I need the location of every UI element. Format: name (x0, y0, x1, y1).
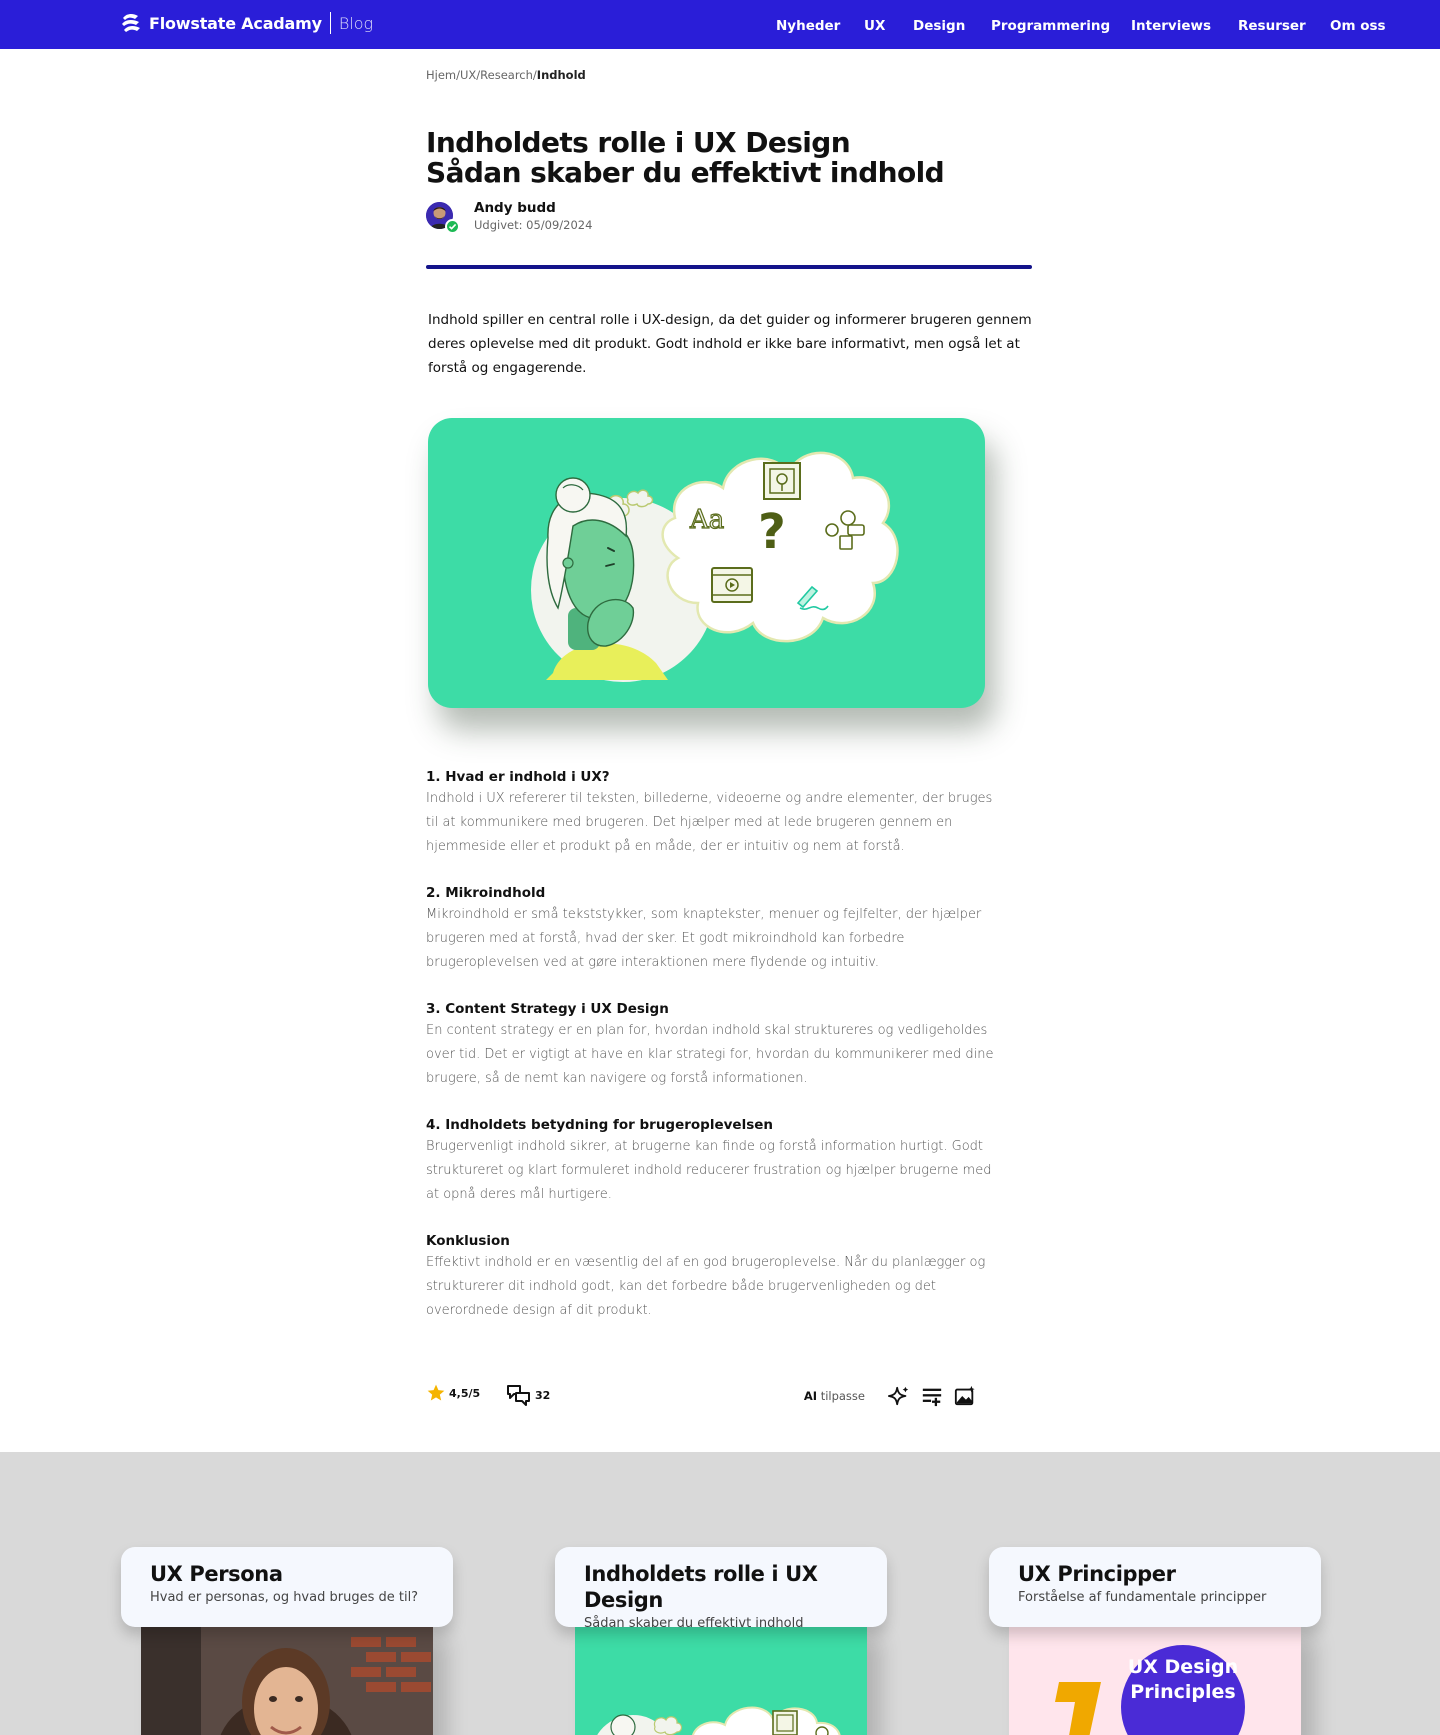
publish-date: Udgivet: 05/09/2024 (474, 218, 593, 232)
verified-badge-icon (445, 219, 460, 234)
image-sparkle-icon (954, 1385, 975, 1406)
nav-item-interviews[interactable]: Interviews (1131, 18, 1211, 34)
rating-value: 4,5/5 (449, 1386, 481, 1400)
text-adjust-icon (922, 1388, 942, 1407)
content-thinking-thumbnail (575, 1627, 867, 1735)
ux-principles-badge: UX Design Principles (1121, 1655, 1245, 1705)
ai-customize: AI tilpasse (804, 1383, 978, 1409)
card-image: UX Design Principles (1009, 1627, 1301, 1735)
author-name[interactable]: Andy budd (474, 200, 592, 216)
portrait-photo (141, 1627, 433, 1735)
card-title: UX Persona (150, 1562, 283, 1586)
article-section: 4. Indholdets betydning for brugeropleve… (426, 1115, 996, 1207)
article-title: Indholdets rolle i UX Design Sådan skabe… (426, 126, 945, 189)
breadcrumb-research[interactable]: Research (480, 68, 533, 82)
badge-line-1: UX Design (1127, 1656, 1239, 1678)
section-body: Effektivt indhold er en væsentlig del af… (426, 1255, 986, 1318)
badge-line-2: Principles (1130, 1681, 1236, 1703)
related-card-ux-principper[interactable]: UX Principper Forståelse af fundamentale… (989, 1547, 1321, 1735)
article-title-line-2: Sådan skaber du effektivt indhold (426, 156, 945, 189)
ai-label-prefix: AI (803, 1389, 818, 1403)
article-sections: 1. Hvad er indhold i UX? Indhold i UX re… (426, 767, 996, 1347)
card-image (141, 1627, 433, 1735)
breadcrumb-ux[interactable]: UX (460, 68, 476, 82)
author-block: Andy budd Udgivet: 05/09/2024 (426, 200, 592, 234)
breadcrumb-hjem[interactable]: Hjem (426, 68, 456, 82)
nav-item-nyheder[interactable]: Nyheder (776, 18, 840, 34)
brand-logo[interactable]: Flowstate Acadamy Blog (119, 11, 373, 35)
content-thinking-illustration: Aa ? (531, 451, 899, 682)
card-title: UX Principper (1018, 1562, 1176, 1586)
nav-item-design[interactable]: Design (913, 18, 965, 34)
section-body: Indhold i UX refererer til teksten, bill… (426, 791, 993, 854)
breadcrumb-current: Indhold (536, 68, 586, 82)
card-header: Indholdets rolle i UX Design Sådan skabe… (555, 1547, 887, 1631)
ai-sparkle-button[interactable] (886, 1383, 912, 1409)
section-body: Mikroindhold er små tekststykker, som kn… (426, 907, 982, 970)
nav-item-om-oss[interactable]: Om oss (1330, 18, 1386, 34)
card-subtitle: Forståelse af fundamentale principper (1018, 1590, 1267, 1605)
author-info: Andy budd Udgivet: 05/09/2024 (474, 200, 592, 232)
related-card-indholdets-rolle[interactable]: Indholdets rolle i UX Design Sådan skabe… (555, 1547, 887, 1735)
nav-item-programmering[interactable]: Programmering (991, 18, 1110, 34)
comments[interactable]: 32 (506, 1383, 550, 1407)
brand-separator (329, 12, 331, 34)
text-adjust-button[interactable] (919, 1383, 945, 1409)
brand-section-label: Blog (338, 13, 374, 33)
card-header: UX Principper Forståelse af fundamentale… (989, 1547, 1321, 1627)
comments-count: 32 (535, 1388, 551, 1402)
brand-name: Flowstate Acadamy (149, 13, 322, 33)
article-lead: Indhold spiller en central rolle i UX-de… (428, 312, 1032, 376)
section-body: Brugervenligt indhold sikrer, at brugern… (426, 1139, 992, 1202)
card-title: Indholdets rolle i UX Design (584, 1562, 818, 1612)
avatar[interactable] (426, 202, 460, 234)
title-divider (426, 265, 1032, 269)
article-section: 3. Content Strategy i UX Design En conte… (426, 999, 996, 1091)
article-section: 2. Mikroindhold Mikroindhold er små teks… (426, 883, 996, 975)
section-body: En content strategy er en plan for, hvor… (426, 1023, 994, 1086)
ai-customize-label: AI tilpasse (804, 1389, 865, 1403)
section-heading: 2. Mikroindhold (426, 885, 546, 901)
illustration-typography-glyph: Aa (689, 505, 724, 535)
card-subtitle: Hvad er personas, og hvad bruges de til? (150, 1590, 419, 1605)
section-heading: 4. Indholdets betydning for brugeropleve… (426, 1117, 774, 1133)
card-image (575, 1627, 867, 1735)
nav-item-resurser[interactable]: Resurser (1238, 18, 1306, 34)
star-icon (427, 1384, 445, 1401)
card-header: UX Persona Hvad er personas, og hvad bru… (121, 1547, 453, 1627)
section-heading: 3. Content Strategy i UX Design (426, 1001, 669, 1017)
article-section: 1. Hvad er indhold i UX? Indhold i UX re… (426, 767, 996, 859)
comments-icon (507, 1385, 530, 1406)
illustration-question-mark: ? (758, 504, 786, 560)
sparkle-icon (888, 1386, 909, 1406)
rating[interactable]: 4,5/5 (426, 1383, 480, 1403)
article-title-line-1: Indholdets rolle i UX Design (426, 126, 851, 159)
nav-item-ux[interactable]: UX (864, 18, 885, 34)
hero-illustration: Aa ? (428, 418, 985, 708)
flowstate-logo-icon (122, 13, 140, 32)
section-heading: Konklusion (426, 1233, 510, 1249)
top-navigation-bar: Flowstate Acadamy Blog Nyheder UX Design… (0, 0, 1440, 49)
related-card-ux-persona[interactable]: UX Persona Hvad er personas, og hvad bru… (121, 1547, 453, 1735)
section-heading: 1. Hvad er indhold i UX? (426, 769, 610, 785)
article-actions: 4,5/5 32 AI tilpasse (426, 1383, 978, 1409)
breadcrumb: Hjem/UX/Research/Indhold (426, 68, 586, 82)
image-adjust-button[interactable] (952, 1383, 978, 1409)
ai-label-text: tilpasse (820, 1389, 865, 1403)
card-subtitle: Sådan skaber du effektivt indhold (584, 1616, 804, 1631)
article-section: Konklusion Effektivt indhold er en væsen… (426, 1231, 996, 1323)
